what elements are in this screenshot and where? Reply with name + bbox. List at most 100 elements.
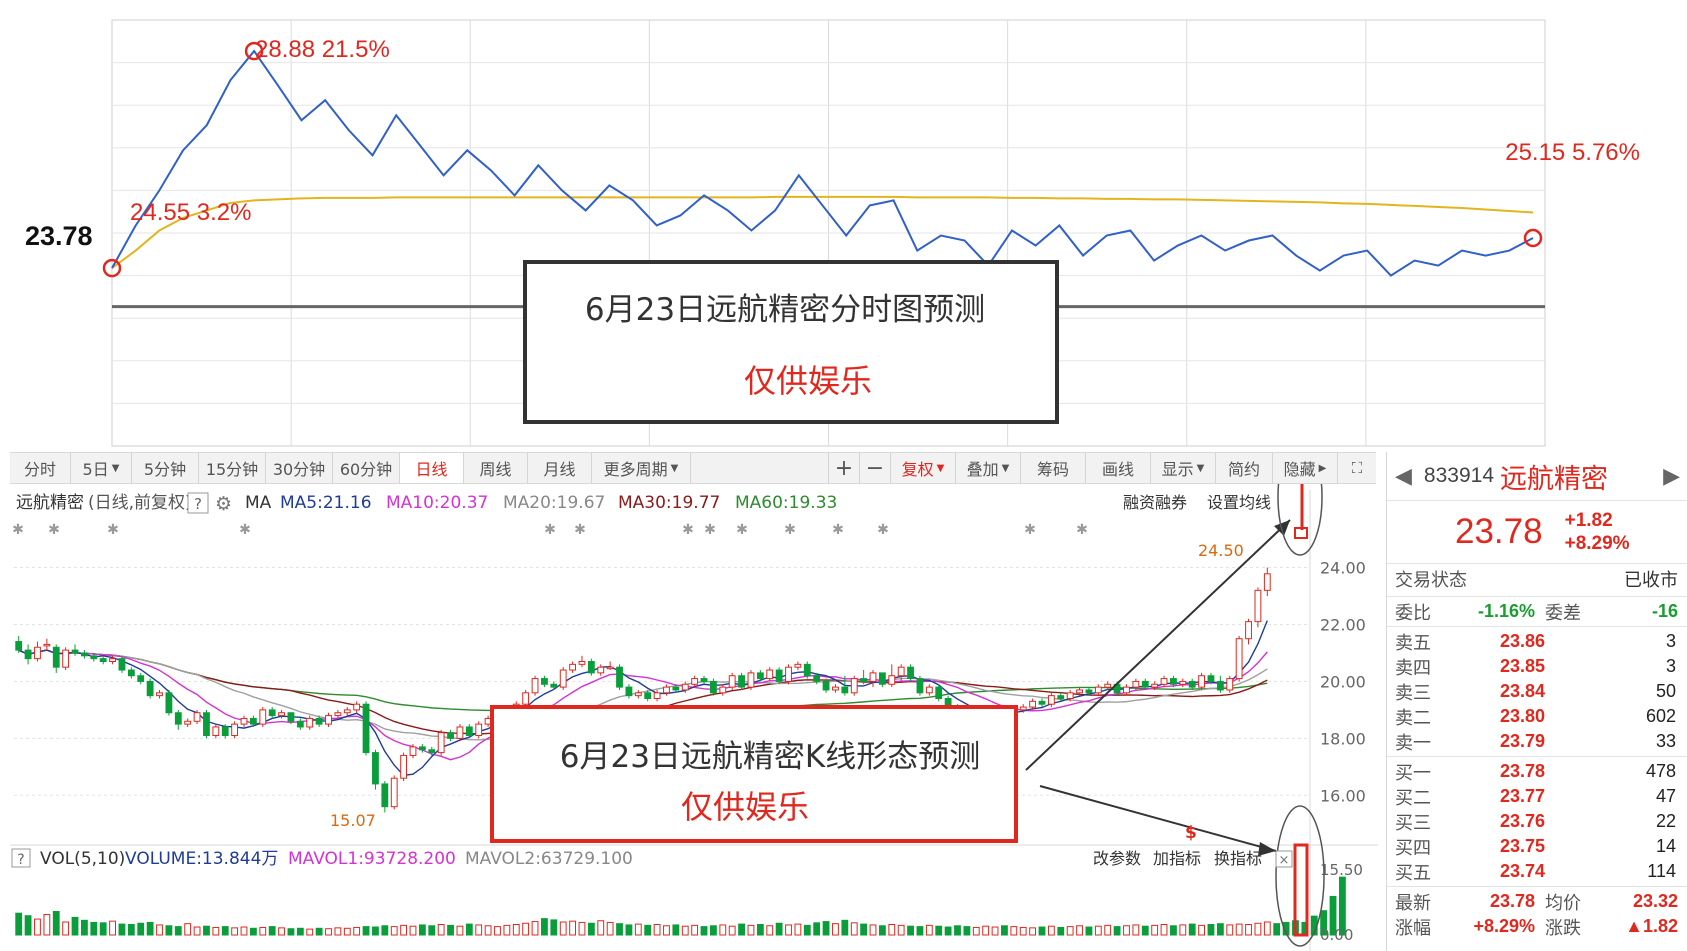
- volume-bar: [954, 925, 961, 936]
- forecast-title-intraday: 6月23日远航精密分时图预测: [585, 292, 985, 328]
- candle-body: [625, 686, 633, 697]
- tab-5day[interactable]: 5日 ▼: [71, 453, 132, 483]
- volume-bar: [62, 921, 70, 936]
- bid-book: 买一 23.78 478 买二 23.77 47 买三 23.76 22 买四 23.75 14…: [1387, 759, 1687, 884]
- volume-bar: [34, 918, 41, 936]
- wb-value: -1.16%: [1477, 601, 1535, 621]
- volume-bar: [325, 928, 332, 936]
- chips-button[interactable]: 筹码: [1020, 453, 1085, 483]
- minus-icon: −: [865, 455, 885, 481]
- candle-body: [306, 717, 314, 728]
- volume-bar: [409, 925, 417, 936]
- y-tick-label: 22.00: [1320, 615, 1366, 634]
- volume-bar: [494, 926, 501, 936]
- candle-body: [1263, 573, 1271, 591]
- candle-body: [343, 709, 351, 714]
- candle-body: [1066, 692, 1074, 700]
- event-marker-icon: ✱: [784, 522, 796, 538]
- candle-body: [775, 669, 783, 682]
- volume-bar: [663, 925, 670, 936]
- volume-bar: [578, 921, 586, 936]
- candle-body: [34, 646, 41, 660]
- volume-bar: [362, 926, 370, 936]
- tab-label: 月线: [543, 460, 576, 479]
- volume-bar: [137, 922, 145, 936]
- volume-bar: [1085, 926, 1093, 936]
- chevron-down-icon: ▼: [1196, 462, 1205, 474]
- volume-bar: [775, 922, 783, 936]
- tab-monthly[interactable]: 月线: [528, 453, 592, 483]
- candle-body: [409, 746, 417, 756]
- tab-5min[interactable]: 5分钟: [132, 453, 199, 483]
- ask-label: 卖五: [1395, 632, 1431, 654]
- candle-body: [822, 680, 830, 691]
- volume-bar: [353, 926, 361, 936]
- volume-bar: [606, 921, 614, 936]
- volume-bar: [1132, 924, 1140, 936]
- candle-body: [1207, 675, 1215, 682]
- volume-bar: [869, 924, 877, 936]
- zoom-in-button[interactable]: +: [828, 453, 859, 483]
- tool-label: 隐藏: [1283, 460, 1316, 479]
- event-marker-icon: ✱: [48, 522, 60, 538]
- next-stock-arrow-icon[interactable]: ▶: [1663, 463, 1680, 489]
- volume-bar: [1029, 927, 1037, 936]
- candle-body: [597, 666, 605, 674]
- ma-setting-button[interactable]: 设置均线: [1207, 493, 1271, 512]
- annotation-ellipse-top: [1277, 484, 1323, 556]
- candle-body: [287, 712, 295, 722]
- tool-label: 画线: [1101, 460, 1134, 479]
- ask-volume: 3: [1665, 631, 1676, 651]
- candle-body: [925, 686, 933, 694]
- bid-price: 23.74: [1499, 861, 1545, 881]
- candle-body: [578, 660, 586, 665]
- switch-indicator-button[interactable]: 换指标: [1214, 849, 1262, 868]
- gear-icon[interactable]: ⚙: [215, 493, 232, 515]
- candle-body: [268, 709, 276, 717]
- simple-button[interactable]: 简约: [1215, 453, 1272, 483]
- ma60-legend: MA60:19.33: [735, 493, 837, 513]
- volume-bar: [1245, 924, 1252, 936]
- hide-button[interactable]: 隐藏 ▶: [1272, 453, 1337, 483]
- candle-body: [766, 669, 774, 680]
- overlay-button[interactable]: 叠加 ▼: [955, 453, 1020, 483]
- tab-weekly[interactable]: 周线: [464, 453, 528, 483]
- candle-body: [90, 655, 98, 660]
- quote-header: ◀ 833914 远航精密 ▶: [1387, 452, 1687, 501]
- candle-body: [43, 643, 51, 647]
- bid-label: 买四: [1395, 837, 1431, 859]
- volume-bar: [15, 912, 23, 936]
- draw-line-button[interactable]: 画线: [1085, 453, 1150, 483]
- volume-bar: [1216, 923, 1224, 936]
- tab-more-periods[interactable]: 更多周期 ▼: [592, 453, 691, 483]
- add-indicator-button[interactable]: 加指标: [1153, 849, 1201, 868]
- bid-price: 23.78: [1499, 761, 1545, 781]
- latest-label: 最新: [1395, 892, 1431, 914]
- candle-body: [24, 649, 32, 660]
- tab-30min[interactable]: 30分钟: [266, 453, 333, 483]
- prev-stock-arrow-icon[interactable]: ◀: [1395, 463, 1412, 489]
- change-params-button[interactable]: 改参数: [1093, 849, 1141, 868]
- ma10-legend: MA10:20.37: [386, 493, 488, 513]
- display-button[interactable]: 显示 ▼: [1150, 453, 1215, 483]
- volume-bar: [766, 925, 774, 936]
- volume-bar: [52, 911, 60, 936]
- volume-bar: [1141, 925, 1149, 936]
- zoom-out-button[interactable]: −: [859, 453, 890, 483]
- volume-bar: [756, 924, 764, 936]
- tab-daily[interactable]: 日线: [400, 453, 464, 483]
- candle-body: [587, 660, 595, 674]
- volume-bar: [794, 923, 802, 936]
- tab-60min[interactable]: 60分钟: [333, 453, 400, 483]
- avg-label: 均价: [1545, 892, 1581, 914]
- tab-15min[interactable]: 15分钟: [199, 453, 266, 483]
- candle-body: [1029, 700, 1037, 708]
- adjust-button[interactable]: 复权 ▼: [890, 453, 955, 483]
- candle-body: [315, 717, 323, 725]
- volume-bar: [372, 926, 379, 936]
- fullscreen-button[interactable]: ⛶: [1337, 453, 1376, 483]
- volume-bar: [400, 924, 408, 936]
- tab-intraday[interactable]: 分时: [10, 453, 71, 483]
- volume-bar: [1263, 921, 1271, 936]
- margin-trading-button[interactable]: 融资融券: [1123, 493, 1187, 512]
